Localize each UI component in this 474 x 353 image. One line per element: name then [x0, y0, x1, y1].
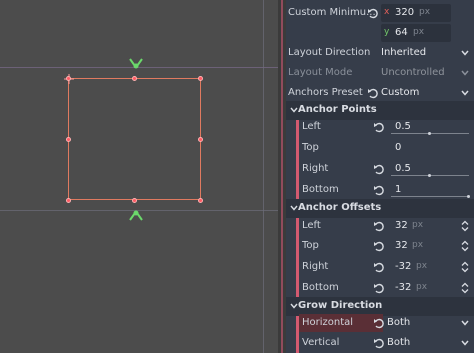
anchor-offset-left-row: Left 32 px	[286, 216, 474, 236]
revert-icon[interactable]	[373, 184, 385, 196]
axis-y-label: y	[384, 27, 390, 37]
resize-handle-bottom-right[interactable]	[198, 198, 203, 203]
resize-handle-bottom[interactable]	[132, 198, 137, 203]
layout-mode-value: Uncontrolled	[381, 67, 445, 78]
anchor-point-left-label: Left	[302, 121, 321, 132]
anchor-offset-bottom-label: Bottom	[302, 282, 339, 293]
revert-icon[interactable]	[373, 220, 385, 232]
revert-icon[interactable]	[373, 282, 385, 294]
revert-icon[interactable]	[367, 87, 379, 99]
layout-mode-row: Layout Mode Uncontrolled	[286, 63, 474, 83]
selected-control-rect[interactable]	[68, 78, 201, 200]
revert-icon[interactable]	[367, 7, 379, 19]
anchor-point-right-row: Right 0.5	[286, 159, 474, 179]
revert-icon[interactable]	[373, 337, 385, 349]
section-anchor-points-title: Anchor Points	[298, 104, 377, 115]
custom-minimum-size-y-row: y 64 px	[286, 23, 474, 43]
revert-icon[interactable]	[373, 240, 385, 252]
updown-arrows-icon[interactable]	[460, 282, 470, 294]
min-size-y-value: 64	[395, 27, 408, 38]
anchor-point-left-slider-knob[interactable]	[428, 132, 431, 135]
anchor-point-bottom-row: Bottom 1	[286, 180, 474, 200]
custom-minimum-size-row: Custom Minimu... x 320 px	[286, 3, 474, 23]
anchor-offset-right-value[interactable]: -32	[395, 261, 411, 272]
anchor-point-right-label: Right	[302, 163, 329, 174]
anchor-offset-top-unit: px	[412, 240, 424, 250]
resize-handle-left[interactable]	[66, 137, 71, 142]
anchor-point-left-value[interactable]: 0.5	[395, 121, 411, 132]
chevron-down-icon[interactable]	[460, 337, 470, 349]
revert-icon[interactable]	[373, 163, 385, 175]
revert-icon[interactable]	[373, 317, 385, 329]
panel-splitter[interactable]	[278, 0, 286, 353]
anchor-offset-bottom-row: Bottom -32 px	[286, 278, 474, 298]
updown-arrows-icon[interactable]	[460, 240, 470, 252]
resize-handle-right[interactable]	[198, 137, 203, 142]
min-size-x-value: 320	[395, 7, 415, 18]
chevron-down-icon[interactable]	[460, 87, 470, 99]
anchor-offset-right-row: Right -32 px	[286, 257, 474, 277]
revert-icon[interactable]	[373, 121, 385, 133]
axis-x-label: x	[384, 7, 390, 17]
grow-vertical-value[interactable]: Both	[387, 337, 410, 348]
anchor-point-right-slider-knob[interactable]	[428, 174, 431, 177]
anchor-point-bottom-slider[interactable]	[391, 196, 469, 197]
anchor-point-top-label: Top	[302, 142, 319, 153]
anchor-pin-icon[interactable]	[127, 210, 145, 222]
layout-direction-label: Layout Direction	[288, 47, 371, 58]
anchor-offset-left-value[interactable]: 32	[395, 220, 408, 231]
min-size-y-unit: px	[413, 27, 425, 37]
layout-mode-label: Layout Mode	[288, 67, 353, 78]
updown-arrows-icon[interactable]	[460, 220, 470, 232]
grow-horizontal-row: Horizontal Both	[286, 313, 474, 333]
anchor-offset-left-label: Left	[302, 220, 321, 231]
anchor-point-right-value[interactable]: 0.5	[395, 163, 411, 174]
resize-handle-top-right[interactable]	[198, 76, 203, 81]
anchor-point-bottom-slider-knob[interactable]	[467, 195, 470, 198]
revert-icon[interactable]	[373, 261, 385, 273]
anchor-offset-bottom-unit: px	[416, 282, 428, 292]
grow-horizontal-label: Horizontal	[302, 317, 354, 328]
grow-vertical-label: Vertical	[302, 337, 340, 348]
viewport-guide-vertical	[263, 0, 264, 353]
grow-vertical-row: Vertical Both	[286, 333, 474, 353]
section-grow-direction-title: Grow Direction	[298, 300, 383, 311]
anchor-point-left-row: Left 0.5	[286, 117, 474, 137]
anchor-offset-top-value[interactable]: 32	[395, 240, 408, 251]
anchors-preset-row: Anchors Preset Custom	[286, 83, 474, 103]
resize-handle-bottom-left[interactable]	[66, 198, 71, 203]
grow-horizontal-value[interactable]: Both	[387, 317, 410, 328]
layout-direction-row: Layout Direction Inherited	[286, 43, 474, 63]
canvas-viewport[interactable]	[0, 0, 278, 353]
anchor-point-bottom-label: Bottom	[302, 184, 339, 195]
resize-handle-top[interactable]	[132, 76, 137, 81]
custom-minimum-size-label: Custom Minimu...	[288, 7, 376, 18]
anchors-preset-value[interactable]: Custom	[381, 87, 419, 98]
anchors-preset-label: Anchors Preset	[288, 87, 363, 98]
inspector-panel: Custom Minimu... x 320 px y 64 px Layout…	[286, 0, 474, 353]
anchor-offset-right-label: Right	[302, 261, 329, 272]
anchor-point-top-row: Top 0	[286, 138, 474, 158]
anchor-offset-top-row: Top 32 px	[286, 236, 474, 256]
anchor-point-top-value[interactable]: 0	[395, 142, 401, 153]
anchor-offset-left-unit: px	[412, 220, 424, 230]
section-anchor-offsets-title: Anchor Offsets	[298, 202, 382, 213]
chevron-down-icon	[461, 70, 469, 76]
layout-direction-value[interactable]: Inherited	[381, 47, 426, 58]
min-size-x-unit: px	[419, 7, 431, 17]
chevron-down-icon[interactable]	[460, 317, 470, 329]
anchor-point-bottom-value[interactable]: 1	[395, 184, 401, 195]
anchor-pin-icon[interactable]	[127, 57, 145, 69]
anchor-offset-right-unit: px	[416, 261, 428, 271]
updown-arrows-icon[interactable]	[460, 261, 470, 273]
chevron-down-icon[interactable]	[460, 47, 470, 59]
min-size-y-field[interactable]: y 64 px	[381, 24, 451, 42]
min-size-x-field[interactable]: x 320 px	[381, 4, 451, 22]
anchor-offset-top-label: Top	[302, 240, 319, 251]
anchor-offset-bottom-value[interactable]: -32	[395, 282, 411, 293]
resize-handle-top-left[interactable]	[66, 76, 71, 81]
